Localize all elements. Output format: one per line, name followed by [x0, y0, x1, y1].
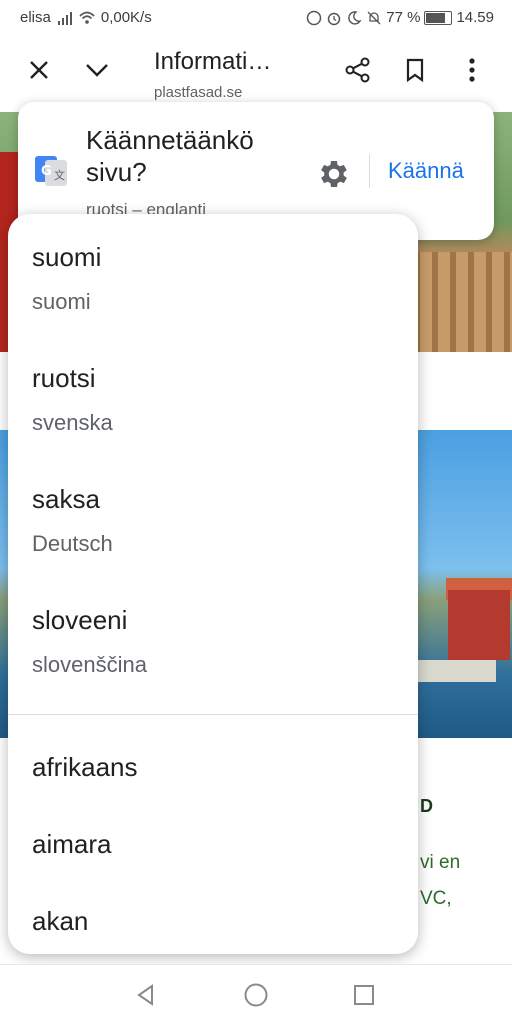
page-text-line-1: vi en [420, 852, 461, 873]
share-icon [345, 57, 370, 83]
language-name: ruotsi [32, 363, 96, 393]
signal-icon [57, 11, 72, 25]
gear-icon[interactable] [316, 156, 352, 192]
translate-button[interactable]: Käännä [388, 158, 464, 184]
svg-text:文: 文 [54, 168, 65, 182]
bookmark-button[interactable] [395, 50, 435, 90]
status-bar: elisa 0,00K/s 77 % 14.59 [0, 0, 512, 36]
close-button[interactable] [19, 50, 59, 90]
menu-item-afrikaans[interactable]: afrikaans [32, 752, 138, 783]
language-name: afrikaans [32, 752, 138, 782]
close-icon [30, 61, 48, 79]
recents-square-icon [354, 985, 374, 1005]
menu-item-sloveeni[interactable]: sloveeni slovenščina [32, 605, 147, 678]
back-triangle-icon [137, 984, 153, 1006]
menu-item-aimara[interactable]: aimara [32, 829, 111, 860]
home-button[interactable] [240, 979, 272, 1011]
carrier-name: elisa [20, 9, 51, 26]
menu-item-akan[interactable]: akan [32, 906, 88, 937]
moon-icon [348, 10, 362, 25]
page-heading-fragment: D [420, 796, 433, 816]
clock: 14.59 [456, 9, 494, 26]
language-native-name: Deutsch [32, 531, 113, 556]
menu-item-saksa[interactable]: saksa Deutsch [32, 484, 113, 557]
language-name: saksa [32, 484, 100, 514]
menu-item-suomi[interactable]: suomi suomi [32, 242, 101, 315]
language-native-name: slovenščina [32, 652, 147, 677]
data-saver-icon [307, 10, 322, 25]
language-name: suomi [32, 242, 102, 272]
battery-percent: 77 % [386, 9, 421, 26]
menu-item-ruotsi[interactable]: ruotsi svenska [32, 363, 113, 436]
page-text-line-2: VC, [420, 888, 452, 909]
expand-button[interactable] [77, 50, 117, 90]
language-native-name: svenska [32, 410, 113, 435]
page-title: Informati… [154, 48, 272, 75]
wifi-icon [79, 11, 95, 24]
language-native-name: suomi [32, 289, 91, 314]
alarm-icon [328, 12, 341, 25]
battery-icon [424, 10, 453, 25]
custom-tab-toolbar: Informati… plastfasad.se [0, 36, 512, 112]
svg-text:G: G [41, 164, 52, 179]
home-circle-icon [244, 983, 268, 1007]
system-navigation-bar [0, 964, 512, 1025]
language-name: sloveeni [32, 605, 128, 635]
share-button[interactable] [338, 50, 378, 90]
page-url: plastfasad.se [154, 84, 243, 101]
translate-card-divider [369, 154, 370, 188]
translate-prompt-title: Käännetäänkö sivu? [86, 125, 254, 187]
bookmark-icon [406, 58, 424, 83]
language-name: akan [32, 906, 89, 936]
notifications-off-icon [367, 11, 381, 24]
network-speed: 0,00K/s [100, 9, 152, 26]
language-menu: suomi suomi ruotsi svenska saksa Deutsch… [8, 214, 418, 954]
more-vert-icon [469, 58, 475, 82]
recents-button[interactable] [348, 979, 380, 1011]
more-options-button[interactable] [452, 50, 492, 90]
language-name: aimara [32, 829, 112, 859]
menu-divider [8, 714, 418, 715]
chevron-down-icon [86, 64, 108, 77]
google-translate-icon: G 文 [35, 156, 67, 186]
back-button[interactable] [130, 979, 162, 1011]
